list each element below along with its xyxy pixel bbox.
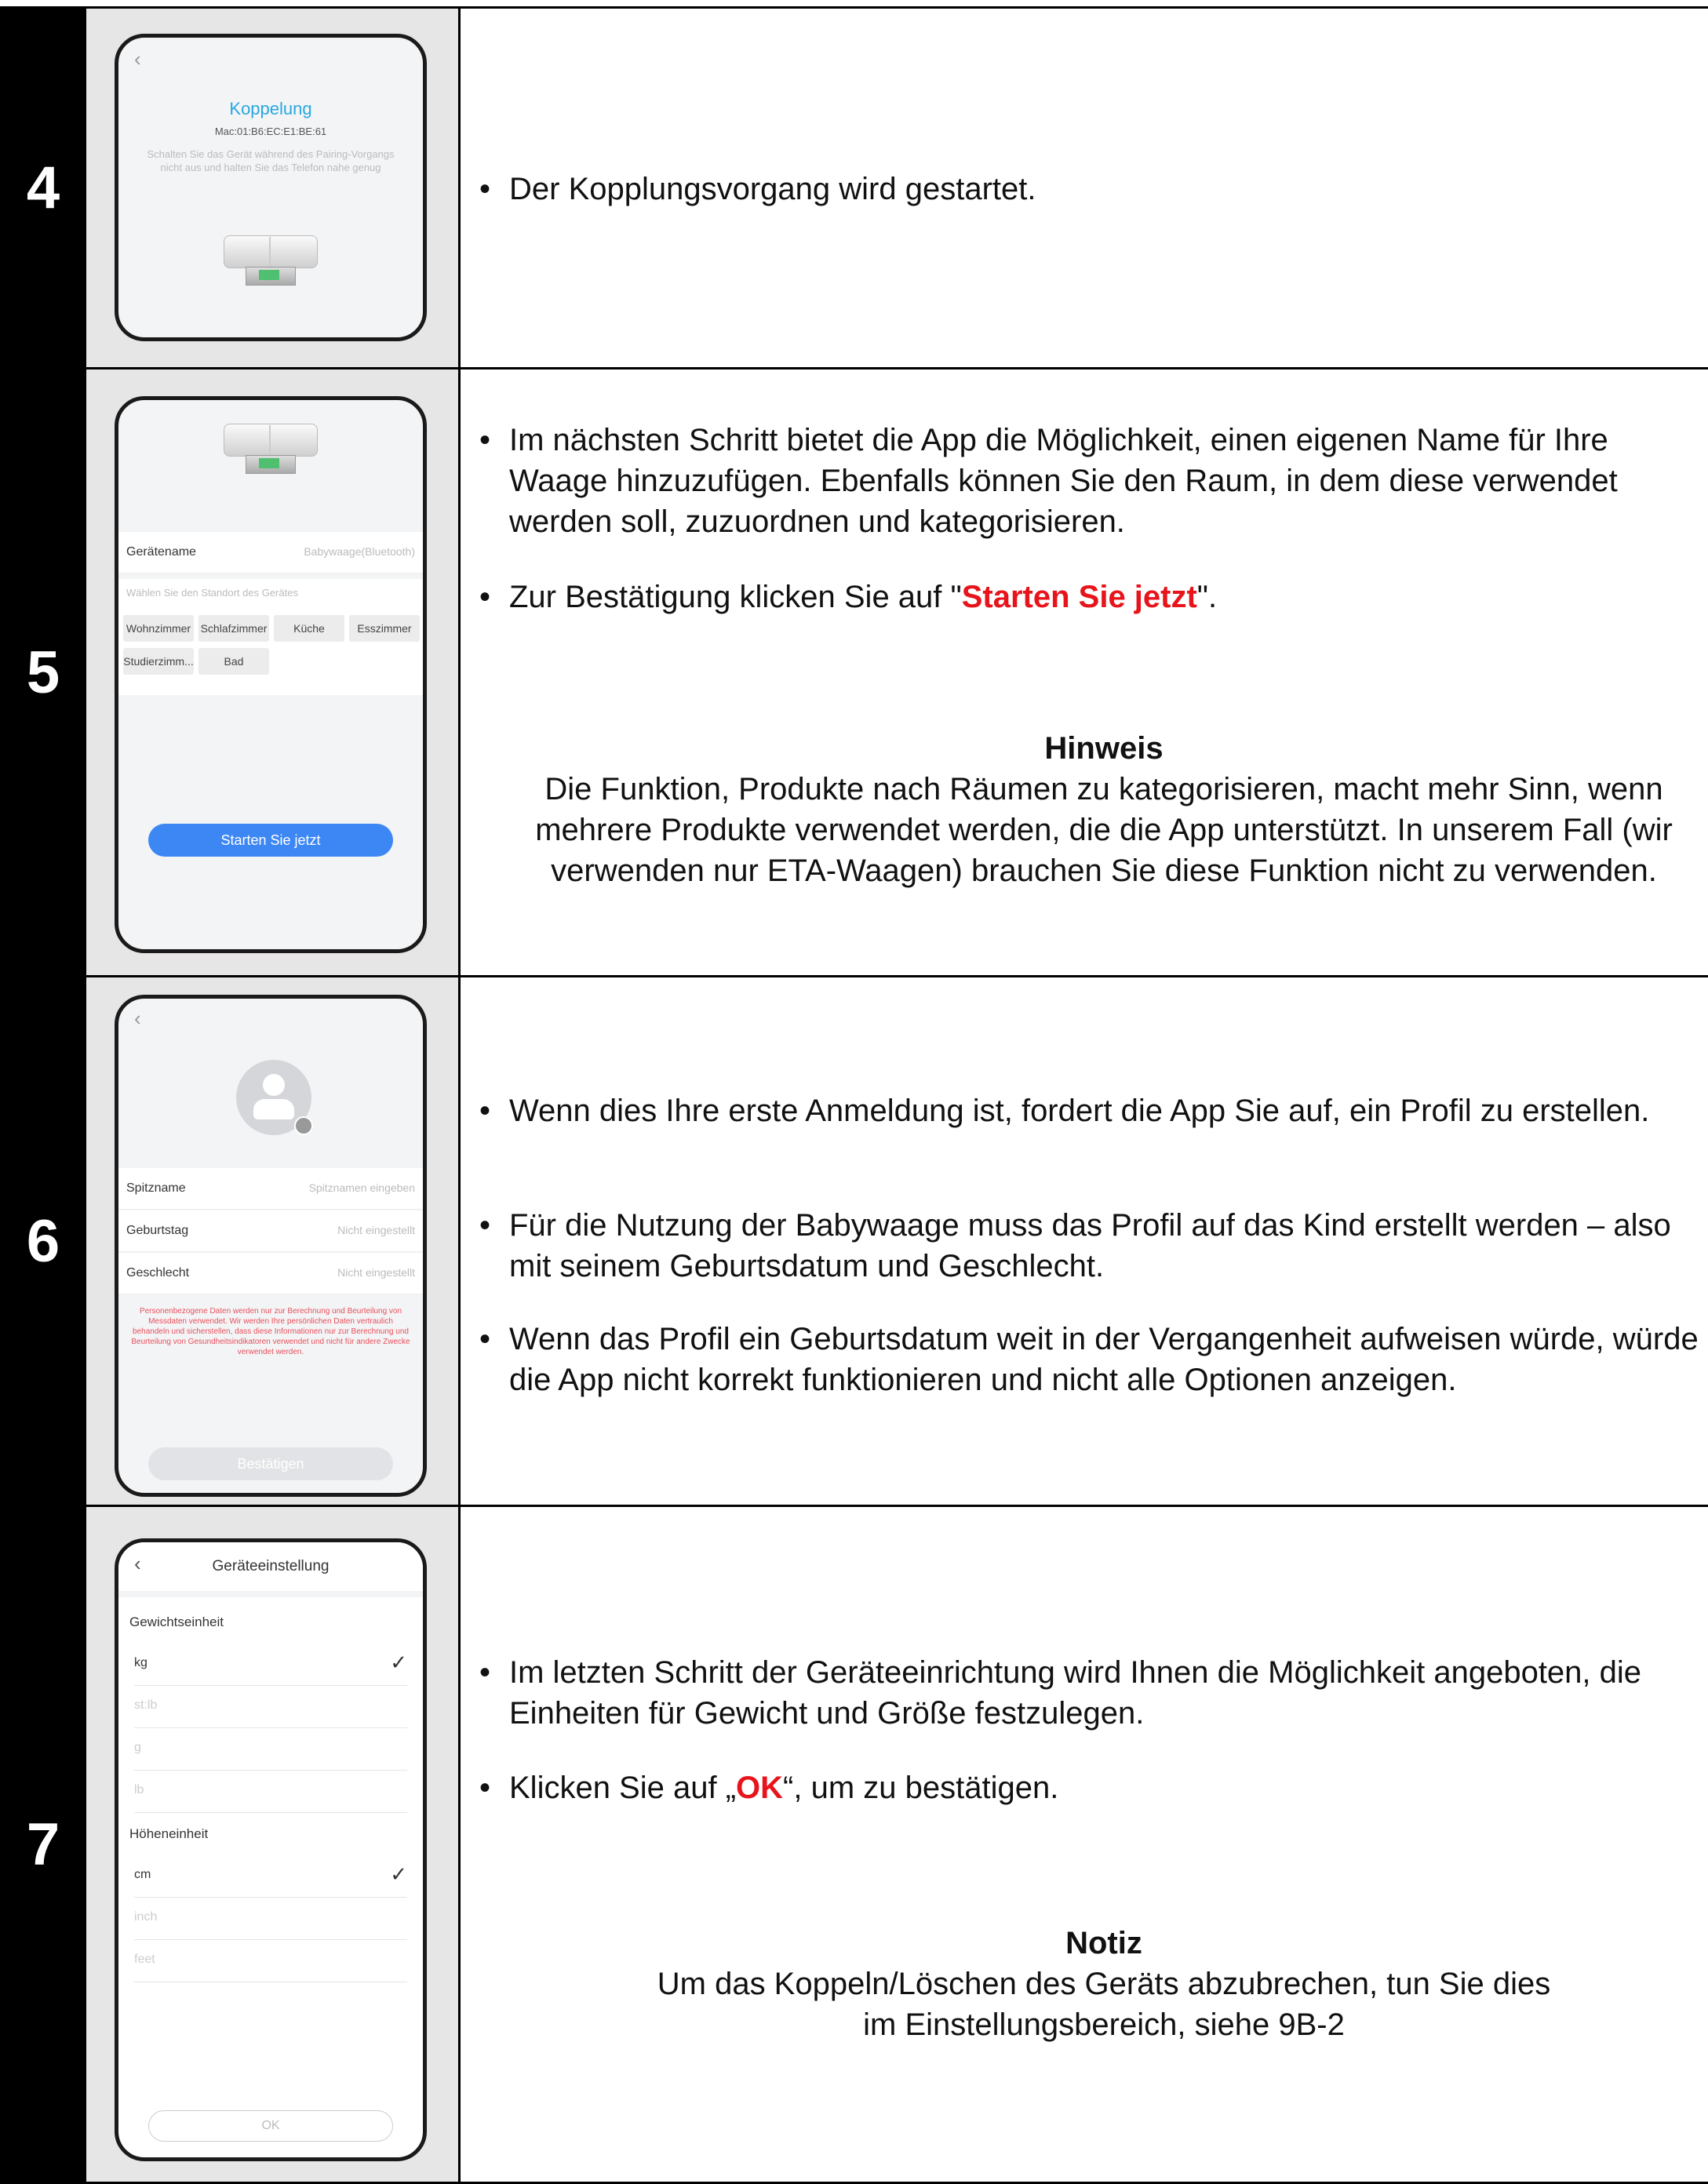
pairing-hint: Schalten Sie das Gerät während des Pairi…: [147, 148, 395, 173]
step-text: Wenn dies Ihre erste Anmeldung ist, ford…: [461, 977, 1708, 1505]
ok-prefix: Klicken Sie auf „: [509, 1771, 737, 1805]
unit-option-selected[interactable]: kg ✓: [134, 1643, 407, 1686]
settings-header: ‹ Geräteeinstellung: [118, 1542, 423, 1597]
phone-screen: ‹ Koppelung Mac:01:B6:EC:E1:BE:61 Schalt…: [115, 34, 427, 341]
profile-row[interactable]: Geburtstag Nicht eingestellt: [118, 1210, 423, 1252]
ok-button[interactable]: OK: [148, 2110, 393, 2142]
camera-icon: [294, 1116, 313, 1135]
step-number: 6: [0, 977, 86, 1505]
unit-label: st:lb: [134, 1698, 158, 1712]
weight-unit-header: Gewichtseinheit: [129, 1614, 224, 1629]
note-line-1: Um das Koppeln/Löschen des Geräts abzubr…: [657, 1967, 1551, 2001]
row-label: Geschlecht: [126, 1266, 190, 1279]
room-chip[interactable]: Esszimmer: [349, 615, 420, 642]
unit-option[interactable]: lb: [134, 1770, 407, 1813]
confirm-highlight: Starten Sie jetzt: [961, 580, 1197, 614]
unit-option-selected[interactable]: cm ✓: [134, 1855, 407, 1898]
step-number: 7: [0, 1507, 86, 2182]
confirm-suffix: ".: [1196, 580, 1218, 614]
note-box: Hinweis Die Funktion, Produkte nach Räum…: [508, 728, 1700, 891]
mac-address: Mac:01:B6:EC:E1:BE:61: [214, 126, 327, 137]
back-icon[interactable]: ‹: [134, 1006, 141, 1031]
note-title: Notiz: [1065, 1926, 1142, 1960]
unit-label: lb: [134, 1783, 144, 1796]
row-value: Nicht eingestellt: [337, 1224, 415, 1236]
room-chip[interactable]: Küche: [274, 615, 344, 642]
unit-label: inch: [134, 1910, 158, 1924]
profile-row[interactable]: Geschlecht Nicht eingestellt: [118, 1253, 423, 1294]
step-text: Der Kopplungsvorgang wird gestartet.: [461, 9, 1708, 367]
room-selector: Wählen Sie den Standort des Gerätes Wohn…: [118, 579, 423, 695]
location-prompt: Wählen Sie den Standort des Gerätes: [126, 587, 298, 599]
unit-option[interactable]: g: [134, 1727, 407, 1771]
step-text: Im letzten Schritt der Geräteeinrichtung…: [461, 1507, 1708, 2182]
settings-title: Geräteeinstellung: [212, 1558, 330, 1574]
unit-option[interactable]: st:lb: [134, 1685, 407, 1728]
note-title: Hinweis: [1044, 731, 1164, 766]
height-unit-header: Höheneinheit: [129, 1826, 209, 1841]
back-icon: ‹: [134, 47, 141, 71]
bullet-text: Im nächsten Schritt bietet die App die M…: [479, 420, 1700, 542]
avatar[interactable]: [236, 1060, 313, 1135]
unit-label: kg: [134, 1656, 147, 1669]
unit-label: g: [134, 1741, 141, 1754]
privacy-notice: Personenbezogene Daten werden nur zur Be…: [131, 1307, 410, 1356]
row-label: Spitzname: [126, 1181, 186, 1195]
confirm-prefix: Zur Bestätigung klicken Sie auf ": [509, 580, 962, 614]
ok-bullet: Klicken Sie auf „OK“, um zu bestätigen.: [479, 1767, 1700, 1808]
room-chip[interactable]: Schlafzimmer: [198, 615, 269, 642]
room-chip[interactable]: Wohnzimmer: [123, 615, 194, 642]
baby-scale-image: [224, 235, 318, 289]
note-text: Die Funktion, Produkte nach Räumen zu ka…: [535, 772, 1673, 888]
checkmark-icon: ✓: [390, 1651, 407, 1674]
instruction-table: 4 ‹ Koppelung Mac:01:B6:EC:E1:BE:61 Scha…: [0, 6, 1708, 2184]
step-row-7: 7 ‹ Geräteeinstellung Gewichtseinheit kg…: [0, 1507, 1708, 2184]
device-name-row[interactable]: Gerätename Babywaage(Bluetooth): [118, 532, 423, 573]
bullet-text: Für die Nutzung der Babywaage muss das P…: [479, 1205, 1700, 1287]
bullet-text: Wenn das Profil ein Geburtsdatum weit in…: [479, 1319, 1700, 1400]
step-number: 5: [0, 369, 86, 975]
bullet-text: Der Kopplungsvorgang wird gestartet.: [479, 169, 1700, 209]
note-line-2: im Einstellungsbereich, siehe 9B-2: [863, 2007, 1345, 2042]
device-name-value: Babywaage(Bluetooth): [304, 545, 415, 558]
unit-label: cm: [134, 1868, 151, 1881]
confirm-bullet: Zur Bestätigung klicken Sie auf "Starten…: [479, 577, 1700, 617]
step-number: 4: [0, 9, 86, 367]
unit-label: feet: [134, 1953, 155, 1966]
step-row-5: 5 Gerätename Babywaage(Bluetooth) Wählen…: [0, 369, 1708, 977]
step-text: Im nächsten Schritt bietet die App die M…: [461, 369, 1708, 975]
unit-option[interactable]: inch: [134, 1897, 407, 1940]
baby-scale-image: [224, 424, 318, 477]
ok-highlight: OK: [736, 1771, 784, 1805]
pairing-title: Koppelung: [229, 99, 312, 118]
note-box: Notiz Um das Koppeln/Löschen des Geräts …: [508, 1923, 1700, 2045]
bullet-text: Wenn dies Ihre erste Anmeldung ist, ford…: [479, 1090, 1700, 1131]
row-value: Nicht eingestellt: [337, 1266, 415, 1279]
phone-screenshot-panel: Gerätename Babywaage(Bluetooth) Wählen S…: [86, 369, 461, 975]
phone-screenshot-panel: ‹ Geräteeinstellung Gewichtseinheit kg ✓…: [86, 1507, 461, 2182]
phone-screen: ‹ Geräteeinstellung Gewichtseinheit kg ✓…: [115, 1538, 427, 2161]
phone-screenshot-panel: ‹ Koppelung Mac:01:B6:EC:E1:BE:61 Schalt…: [86, 9, 461, 367]
room-chip[interactable]: Studierzimm...: [123, 648, 194, 675]
checkmark-icon: ✓: [390, 1862, 407, 1886]
row-label: Geburtstag: [126, 1224, 189, 1237]
device-name-label: Gerätename: [126, 545, 196, 559]
ok-suffix: “, um zu bestätigen.: [783, 1771, 1059, 1805]
start-now-button[interactable]: Starten Sie jetzt: [148, 824, 393, 857]
bullet-text: Im letzten Schritt der Geräteeinrichtung…: [479, 1652, 1700, 1734]
unit-option[interactable]: feet: [134, 1939, 407, 1982]
phone-screen: Gerätename Babywaage(Bluetooth) Wählen S…: [115, 396, 427, 953]
confirm-button[interactable]: Bestätigen: [148, 1447, 393, 1480]
room-chip[interactable]: Bad: [198, 648, 269, 675]
profile-row[interactable]: Spitzname Spitznamen eingeben: [118, 1168, 423, 1210]
phone-screen: ‹ Spitzname Spitznamen eingeben Geburtst…: [115, 995, 427, 1497]
row-value: Spitznamen eingeben: [308, 1181, 415, 1194]
step-row-6: 6 ‹ Spitzname Spitznamen eingeben Geburt…: [0, 977, 1708, 1507]
phone-screenshot-panel: ‹ Spitzname Spitznamen eingeben Geburtst…: [86, 977, 461, 1505]
step-row-4: 4 ‹ Koppelung Mac:01:B6:EC:E1:BE:61 Scha…: [0, 9, 1708, 369]
